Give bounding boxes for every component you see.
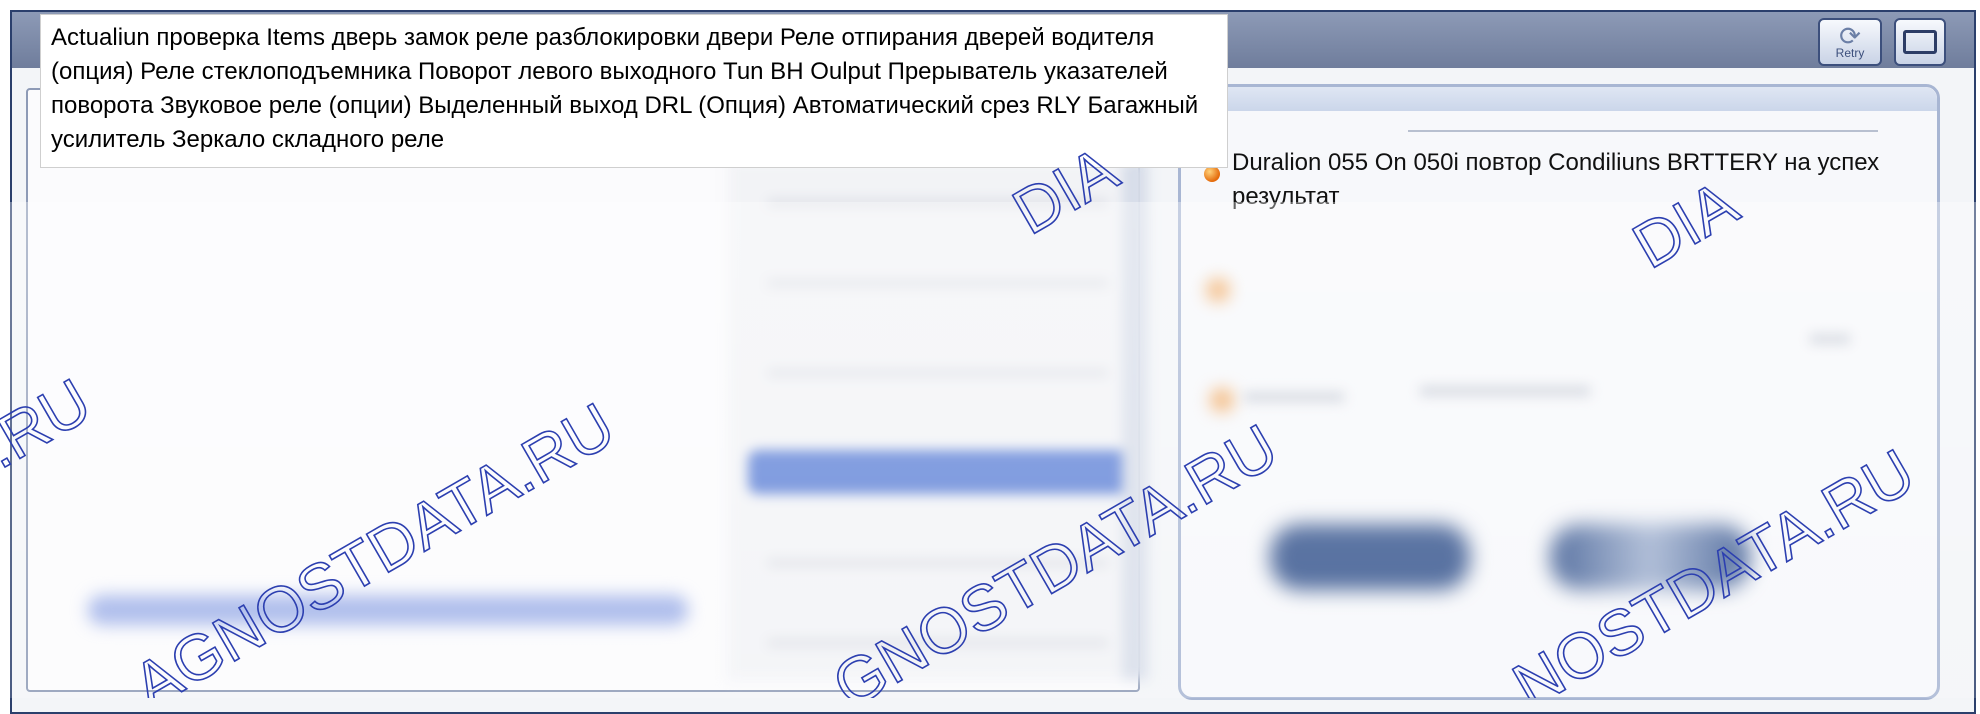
list-item[interactable] <box>768 200 1108 206</box>
retry-button[interactable]: ⟳ Retry <box>1818 18 1882 66</box>
blurred-link[interactable] <box>88 595 688 625</box>
orange-status-dot-icon <box>1210 388 1234 412</box>
status-item: Duralion 055 On 050i повтор Condiliuns B… <box>1204 146 1924 214</box>
list-scrollbar[interactable] <box>1122 160 1148 680</box>
selected-list-item[interactable] <box>748 450 1128 494</box>
retry-icon: ⟳ <box>1839 21 1861 51</box>
retry-button-label: Retry <box>1835 46 1865 60</box>
results-panel-header <box>1181 87 1937 111</box>
divider <box>1408 130 1878 132</box>
list-item[interactable] <box>768 280 1108 286</box>
maximize-button[interactable] <box>1894 18 1946 66</box>
action-button[interactable] <box>1550 524 1750 590</box>
maximize-icon <box>1903 30 1937 54</box>
list-item[interactable] <box>768 560 1108 566</box>
test-items-tooltip: Actualiun проверка Items дверь замок рел… <box>40 14 1228 168</box>
blurred-status-text <box>1244 392 1344 402</box>
list-item[interactable] <box>768 640 1108 646</box>
blurred-status-text <box>1420 386 1590 396</box>
status-text: Duralion 055 On 050i повтор Condiliuns B… <box>1232 149 1880 210</box>
blurred-status-text <box>1810 334 1850 344</box>
list-item[interactable] <box>768 370 1108 376</box>
action-button[interactable] <box>1270 524 1470 590</box>
test-item-list[interactable] <box>728 160 1148 680</box>
orange-status-dot-icon <box>1204 166 1220 182</box>
tooltip-text: Actualiun проверка Items дверь замок рел… <box>51 24 1199 153</box>
orange-status-dot-icon <box>1206 278 1230 302</box>
test-items-panel <box>26 88 1148 692</box>
